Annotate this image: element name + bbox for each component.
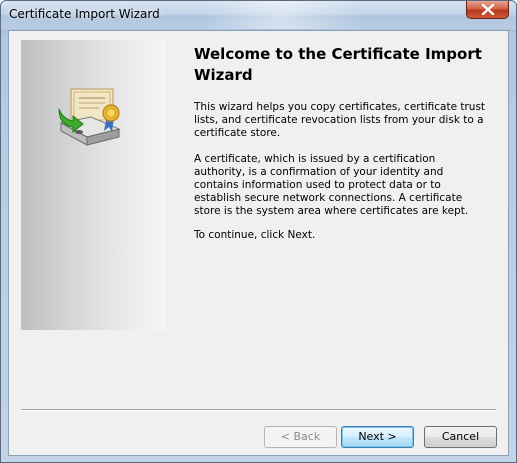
- certificate-description-paragraph: A certificate, which is issued by a cert…: [194, 153, 469, 217]
- page-title: Welcome to the Certificate Import Wizard: [194, 45, 482, 84]
- title-bar[interactable]: Certificate Import Wizard: [1, 1, 516, 29]
- certificate-import-icon: [58, 88, 121, 146]
- back-button[interactable]: < Back: [264, 426, 337, 448]
- certificate-import-wizard-window: Certificate Import Wizard Welcome to the…: [0, 0, 517, 463]
- window-title: Certificate Import Wizard: [9, 7, 160, 21]
- close-button[interactable]: [466, 1, 509, 19]
- wizard-client-area: Welcome to the Certificate Import Wizard…: [8, 30, 509, 456]
- continue-instruction: To continue, click Next.: [194, 229, 316, 241]
- close-icon: [481, 4, 495, 15]
- cancel-button[interactable]: Cancel: [424, 426, 497, 448]
- intro-paragraph: This wizard helps you copy certificates,…: [194, 101, 486, 139]
- next-button[interactable]: Next >: [341, 426, 414, 448]
- wizard-side-panel: [21, 40, 166, 330]
- title-bar-shine: [201, 1, 361, 29]
- button-separator: [21, 409, 496, 411]
